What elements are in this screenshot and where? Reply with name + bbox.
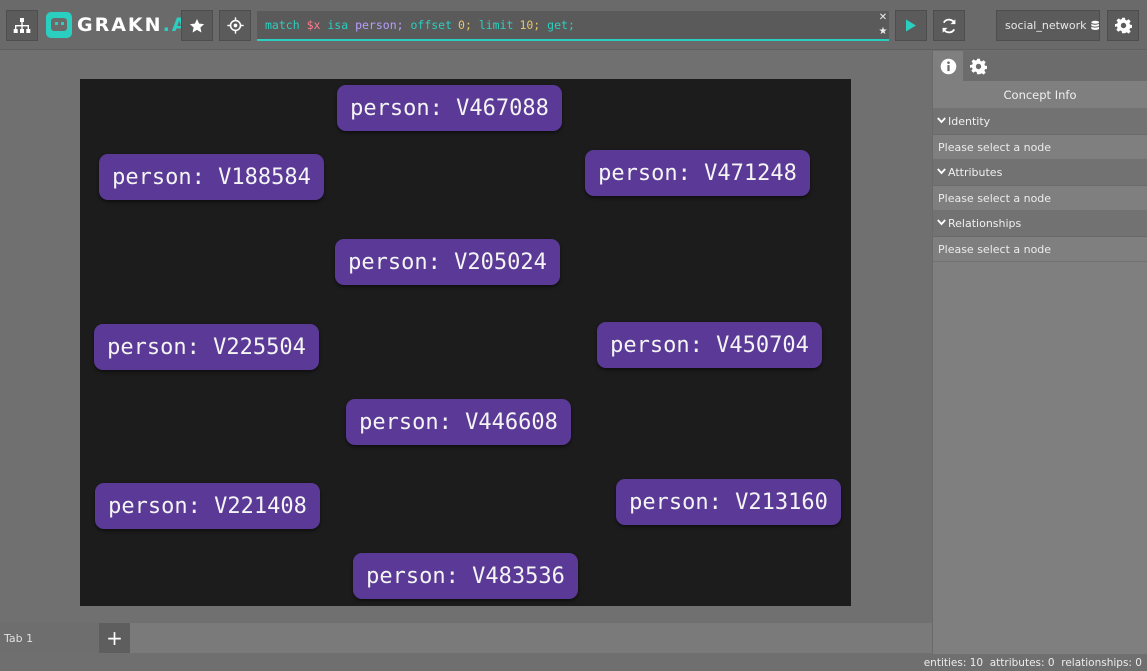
add-tab-button[interactable]: +	[99, 623, 130, 653]
identity-section-label: Identity	[948, 115, 991, 128]
keyspace-name: social_network	[1005, 19, 1087, 32]
schema-design-button[interactable]	[6, 10, 38, 41]
grakn-logo: GRAKN.AI	[46, 12, 198, 38]
query-type: person;	[355, 18, 404, 32]
play-icon	[906, 19, 916, 32]
grakn-logo-icon	[46, 12, 72, 38]
gear-icon	[1114, 17, 1132, 34]
chevron-down-icon	[937, 116, 946, 127]
chevron-down-icon	[937, 167, 946, 178]
query-variable: $x	[306, 18, 321, 32]
graph-node[interactable]: person: V225504	[94, 324, 319, 370]
graph-node[interactable]: person: V467088	[337, 85, 562, 131]
graph-node[interactable]: person: V483536	[353, 553, 578, 599]
chevron-down-icon	[937, 218, 946, 229]
refresh-icon	[942, 18, 956, 33]
attributes-section-header[interactable]: Attributes	[933, 160, 1147, 186]
panel-tabs	[933, 51, 1147, 81]
graph-node[interactable]: person: V446608	[346, 399, 571, 445]
query-keyword-match: match	[265, 18, 300, 32]
tabs-bar: Tab 1 +	[0, 623, 932, 653]
relationships-section-label: Relationships	[948, 217, 1022, 230]
graph-node[interactable]: person: V221408	[95, 483, 320, 529]
database-icon	[1090, 20, 1099, 30]
tab-1[interactable]: Tab 1	[0, 623, 99, 653]
attributes-section-label: Attributes	[948, 166, 1003, 179]
locate-button[interactable]	[219, 10, 251, 41]
gear-icon	[969, 58, 987, 75]
add-favourite-icon[interactable]: ★	[879, 26, 888, 38]
identity-section-header[interactable]: Identity	[933, 109, 1147, 135]
star-icon	[189, 18, 205, 32]
query-limit-value: 10;	[519, 18, 541, 32]
concept-info-panel: Concept Info Identity Please select a no…	[932, 51, 1147, 654]
graph-stats: entities: 10 attributes: 0 relationships…	[923, 657, 1142, 669]
query-offset-value: 0;	[458, 18, 472, 32]
logo-text: GRAKN	[77, 14, 163, 36]
graph-node[interactable]: person: V188584	[99, 154, 324, 200]
graph-area: person: V467088 person: V188584 person: …	[0, 51, 932, 623]
tab-settings[interactable]	[963, 51, 993, 81]
settings-button[interactable]	[1107, 10, 1139, 41]
tab-concept-info[interactable]	[933, 51, 963, 81]
identity-section-body: Please select a node	[933, 135, 1147, 160]
relationships-section-body: Please select a node	[933, 237, 1147, 262]
run-query-button[interactable]	[895, 10, 927, 41]
info-icon	[940, 58, 956, 74]
query-keyword-isa: isa	[327, 18, 349, 32]
graph-node[interactable]: person: V205024	[335, 239, 560, 285]
graph-node[interactable]: person: V450704	[597, 322, 822, 368]
query-tools: ✕ ★	[876, 12, 890, 38]
query-keyword-limit: limit	[478, 18, 514, 32]
crosshair-icon	[226, 17, 244, 34]
graph-node[interactable]: person: V471248	[585, 150, 810, 196]
refresh-button[interactable]	[933, 10, 965, 41]
clear-query-icon[interactable]: ✕	[879, 12, 887, 24]
query-editor[interactable]: match $x isa person; offset 0; limit 10; g…	[257, 11, 889, 41]
query-keyword-get: get;	[547, 18, 575, 32]
sitemap-icon	[13, 17, 31, 33]
favourite-queries-button[interactable]	[181, 10, 213, 41]
graph-node[interactable]: person: V213160	[616, 479, 841, 525]
attributes-section-body: Please select a node	[933, 186, 1147, 211]
graph-canvas[interactable]: person: V467088 person: V188584 person: …	[80, 79, 851, 606]
panel-title: Concept Info	[933, 81, 1147, 109]
query-keyword-offset: offset	[410, 18, 453, 32]
keyspace-selector[interactable]: social_network	[996, 10, 1100, 41]
top-toolbar: GRAKN.AI match $x isa person; offset 0; l…	[0, 0, 1147, 50]
status-bar: entities: 10 attributes: 0 relationships…	[0, 654, 1147, 671]
relationships-section-header[interactable]: Relationships	[933, 211, 1147, 237]
